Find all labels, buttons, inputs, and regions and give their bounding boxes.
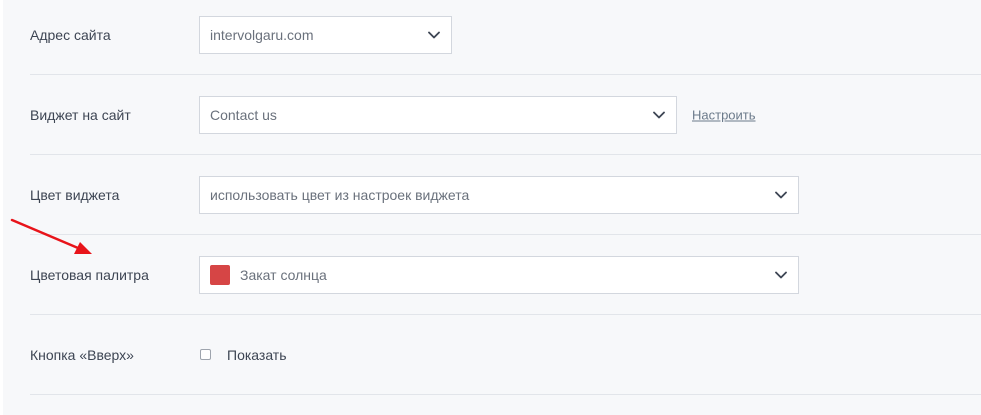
chevron-down-icon	[774, 268, 788, 282]
chevron-down-icon	[774, 188, 788, 202]
widget-color-select[interactable]: использовать цвет из настроек виджета	[199, 175, 799, 214]
widget-color-label: Цвет виджета	[30, 186, 120, 203]
show-scroll-up-checkbox-label[interactable]: Показать	[227, 347, 287, 363]
site-address-value: intervolgaru.com	[210, 26, 314, 43]
chevron-down-icon	[427, 28, 441, 42]
palette-swatch	[210, 264, 230, 285]
row-color-palette: Цветовая палитра Закат солнца	[30, 235, 981, 315]
settings-panel: Адрес сайта intervolgaru.com Виджет на с…	[3, 0, 981, 415]
show-scroll-up-toggle[interactable]: Показать	[200, 347, 287, 363]
show-scroll-up-checkbox[interactable]	[200, 349, 211, 360]
configure-widget-link[interactable]: Настроить	[692, 107, 756, 122]
row-site-address: Адрес сайта intervolgaru.com	[30, 0, 981, 75]
row-scroll-up-button: Кнопка «Вверх» Показать	[30, 315, 981, 395]
row-widget: Виджет на сайт Contact us Настроить	[30, 75, 981, 155]
widget-value: Contact us	[210, 106, 277, 123]
site-address-select[interactable]: intervolgaru.com	[199, 15, 452, 54]
widget-select[interactable]: Contact us	[199, 95, 677, 134]
color-palette-label: Цветовая палитра	[30, 266, 149, 283]
row-widget-color: Цвет виджета использовать цвет из настро…	[30, 155, 981, 235]
widget-label: Виджет на сайт	[30, 106, 131, 123]
widget-color-value: использовать цвет из настроек виджета	[210, 186, 470, 203]
chevron-down-icon	[652, 108, 666, 122]
color-palette-value: Закат солнца	[240, 266, 327, 283]
annotation-arrow-icon	[10, 218, 92, 254]
color-palette-select[interactable]: Закат солнца	[199, 255, 799, 294]
site-address-label: Адрес сайта	[30, 26, 111, 43]
scroll-up-label: Кнопка «Вверх»	[30, 346, 134, 363]
